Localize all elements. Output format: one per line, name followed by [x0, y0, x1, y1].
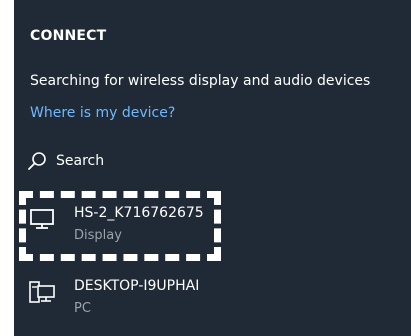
device-type: PC	[74, 301, 91, 316]
pc-icon	[29, 281, 55, 303]
device-name: DESKTOP-I9UPHAI	[74, 278, 200, 294]
search-icon	[28, 152, 46, 170]
device-name: HS-2_K716762675	[74, 205, 204, 221]
search-label: Search	[56, 153, 105, 169]
device-item-display[interactable]: HS-2_K716762675 Display	[14, 191, 411, 261]
device-type: Display	[74, 228, 122, 243]
search-button[interactable]: Search	[26, 146, 104, 176]
where-is-my-device-link[interactable]: Where is my device?	[30, 105, 175, 121]
monitor-icon	[30, 209, 54, 229]
device-item-pc[interactable]: DESKTOP-I9UPHAI PC	[14, 264, 411, 334]
connect-panel: CONNECT Searching for wireless display a…	[14, 0, 411, 336]
status-text: Searching for wireless display and audio…	[30, 73, 371, 89]
panel-title: CONNECT	[30, 28, 107, 44]
